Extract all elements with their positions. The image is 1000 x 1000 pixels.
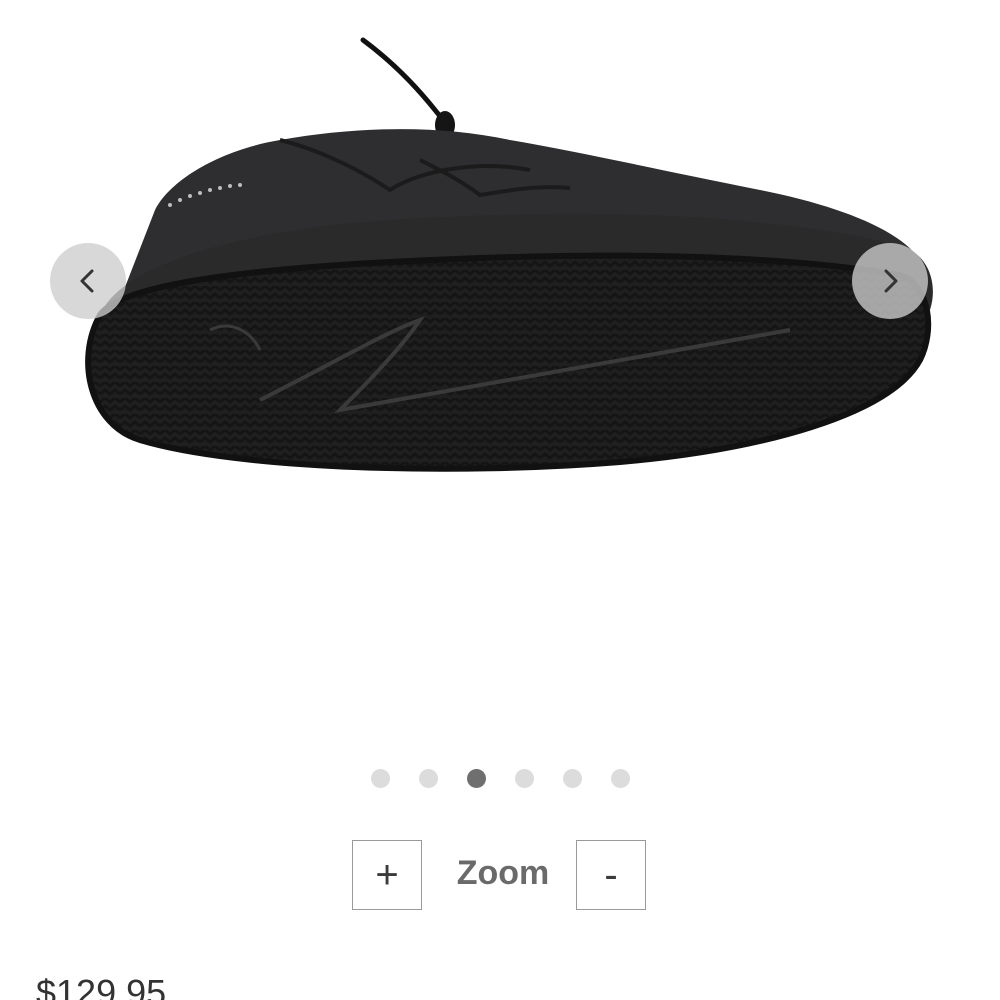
zoom-in-button[interactable]: + [352,840,422,910]
product-page: + Zoom - $129.95 [0,0,1000,1000]
product-image [85,37,933,472]
carousel-prev-button[interactable] [50,243,126,319]
carousel-next-button[interactable] [852,243,928,319]
carousel-pagination [0,769,1000,789]
carousel-dot[interactable] [562,769,582,788]
carousel-dot[interactable] [514,769,534,788]
carousel-dot-active[interactable] [466,769,486,788]
product-price: $129.95 [36,972,167,1000]
chevron-right-icon [884,269,898,293]
carousel-dot[interactable] [418,769,438,788]
carousel-dot[interactable] [370,769,390,788]
chevron-left-icon [80,269,94,293]
carousel-dot[interactable] [610,769,630,788]
zoom-label: Zoom [456,854,550,892]
zoom-out-button[interactable]: - [576,840,646,910]
zoom-controls: + Zoom - [352,840,648,914]
